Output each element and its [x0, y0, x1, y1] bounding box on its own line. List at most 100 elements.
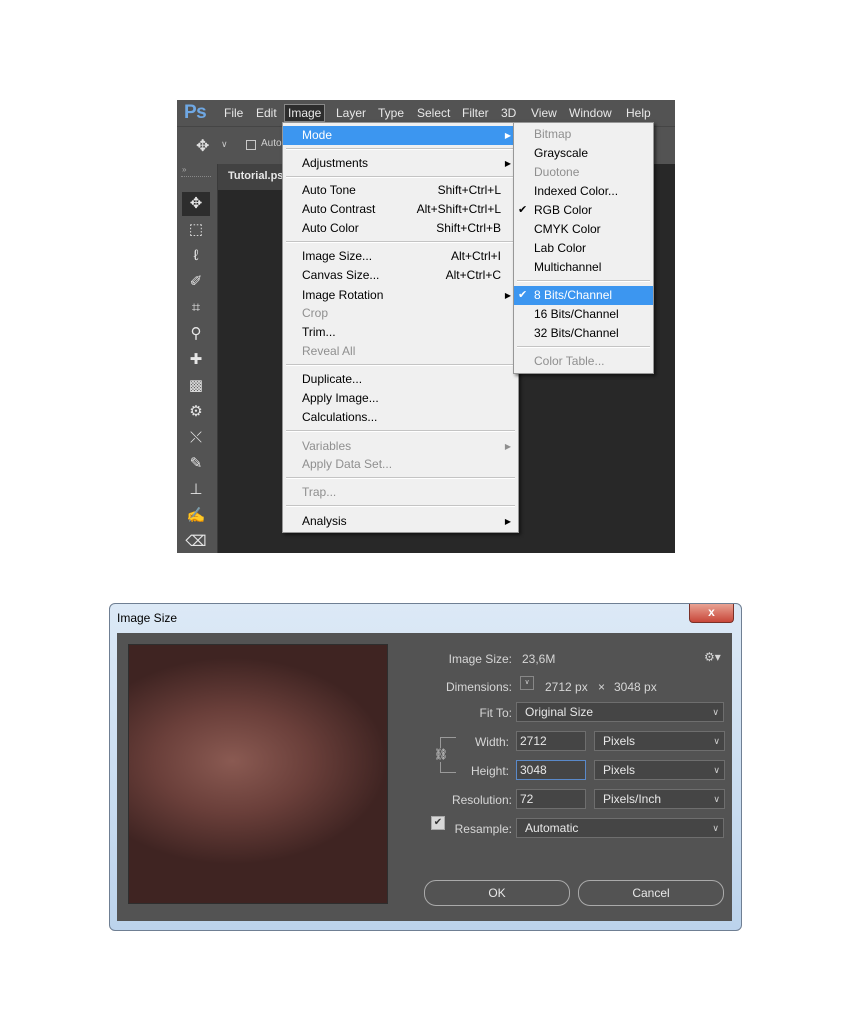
history-brush-tool-icon[interactable]: ✍	[182, 504, 210, 528]
close-button[interactable]: x	[689, 604, 734, 623]
eyedropper-tool-icon[interactable]: ⚲	[182, 322, 210, 346]
menu-item-grayscale[interactable]: Grayscale	[514, 144, 653, 163]
height-unit-select[interactable]: Pixels ∨	[594, 760, 725, 780]
image-size-dialog: Image Size x Image Size: 23,6M ⚙▾ Dimens…	[109, 603, 742, 931]
healing-brush-tool-icon[interactable]: ✚	[182, 348, 210, 372]
chevron-right-icon: ▶	[504, 159, 511, 168]
chevron-down-icon[interactable]: ∨	[520, 676, 534, 690]
menu-item-analysis[interactable]: Analysis ▶	[283, 512, 518, 531]
menu-item-32-bits[interactable]: 32 Bits/Channel	[514, 324, 653, 343]
menu-item-indexed-color[interactable]: Indexed Color...	[514, 182, 653, 201]
menu-filter[interactable]: Filter	[462, 106, 489, 120]
menu-3d[interactable]: 3D	[501, 106, 516, 120]
menu-item-trap: Trap...	[302, 485, 337, 499]
auto-select-label: Auto	[261, 138, 282, 149]
menu-view[interactable]: View	[531, 106, 557, 120]
menu-item-16-bits[interactable]: 16 Bits/Channel	[514, 305, 653, 324]
menu-item-trim[interactable]: Trim...	[283, 323, 518, 342]
chevron-down-icon[interactable]: ∨	[221, 139, 228, 150]
menu-edit[interactable]: Edit	[256, 106, 277, 120]
menu-item-multichannel[interactable]: Multichannel	[514, 258, 653, 277]
height-input[interactable]: 3048	[516, 760, 586, 780]
gear-icon[interactable]: ⚙▾	[704, 650, 721, 664]
eraser-tool-icon[interactable]: ⌫	[182, 530, 210, 553]
toolbox: » ✥ ⬚ ℓ ✐ ⌗ ⚲ ✚ ▩ ⚙ ⤬ ✎ ⊥ ✍ ⌫	[177, 164, 218, 553]
dimensions-label: Dimensions:	[445, 680, 512, 694]
auto-select-checkbox[interactable]	[246, 140, 256, 150]
chevron-right-icon: ▶	[504, 291, 511, 300]
transform-tool-icon[interactable]: ⤬	[182, 426, 210, 450]
width-unit-value: Pixels	[603, 734, 636, 748]
menu-help[interactable]: Help	[626, 106, 651, 120]
menu-separator	[286, 148, 515, 150]
menu-item-lab-color[interactable]: Lab Color	[514, 239, 653, 258]
content-aware-move-icon[interactable]: ⚙	[182, 400, 210, 424]
menu-separator	[286, 176, 515, 178]
resolution-unit-select[interactable]: Pixels/Inch ∨	[594, 789, 725, 809]
menu-item-duotone: Duotone	[534, 165, 580, 179]
image-menu: Mode ▶ Adjustments ▶ Auto Tone Shift+Ctrl+L…	[282, 122, 519, 533]
stamp-tool-icon[interactable]: ⊥	[182, 478, 210, 502]
lasso-tool-icon[interactable]: ℓ	[182, 244, 210, 268]
crop-tool-icon[interactable]: ⌗	[182, 296, 210, 320]
link-icon[interactable]: ⛓	[434, 748, 448, 762]
brush-tool-icon[interactable]: ✎	[182, 452, 210, 476]
mode-submenu: Bitmap Grayscale Duotone Indexed Color..…	[513, 122, 654, 374]
dialog-title: Image Size	[117, 611, 178, 625]
image-preview[interactable]	[128, 644, 388, 904]
move-tool-icon[interactable]: ✥	[182, 192, 210, 216]
marquee-tool-icon[interactable]: ⬚	[182, 218, 210, 242]
dimensions-width: 2712 px	[545, 680, 588, 694]
chevron-right-icon: ▶	[504, 131, 511, 140]
menu-item-image-rotation[interactable]: Image Rotation ▶	[283, 286, 518, 305]
menu-select[interactable]: Select	[417, 106, 450, 120]
menu-item-reveal-all: Reveal All	[302, 344, 356, 358]
menu-separator	[517, 280, 650, 282]
menu-item-calculations[interactable]: Calculations...	[283, 408, 518, 427]
menu-layer[interactable]: Layer	[336, 106, 366, 120]
patch-tool-icon[interactable]: ▩	[182, 374, 210, 398]
resample-value: Automatic	[525, 821, 579, 835]
quick-selection-tool-icon[interactable]: ✐	[182, 270, 210, 294]
photoshop-logo: Ps	[184, 102, 207, 123]
menu-separator	[286, 364, 515, 366]
width-label: Width:	[474, 735, 509, 749]
menu-image[interactable]: Image	[284, 104, 326, 122]
resolution-unit-value: Pixels/Inch	[603, 792, 662, 806]
menu-window[interactable]: Window	[569, 106, 612, 120]
menu-item-rgb-color[interactable]: ✔ RGB Color	[514, 201, 653, 220]
dimensions-times: ×	[598, 680, 606, 694]
fit-to-select[interactable]: Original Size ∨	[516, 702, 724, 722]
menu-item-duplicate[interactable]: Duplicate...	[283, 370, 518, 389]
resolution-input[interactable]: 72	[516, 789, 586, 809]
menu-item-auto-color[interactable]: Auto Color Shift+Ctrl+B	[283, 219, 518, 238]
menu-item-image-size[interactable]: Image Size... Alt+Ctrl+I	[283, 247, 518, 266]
resample-select[interactable]: Automatic ∨	[516, 818, 724, 838]
expand-panel-icon[interactable]: »	[182, 165, 186, 174]
move-tool-icon[interactable]: ✥	[196, 136, 209, 156]
menu-item-crop: Crop	[302, 306, 329, 320]
resample-label: Resample:	[454, 822, 512, 836]
width-unit-select[interactable]: Pixels ∨	[594, 731, 725, 751]
menu-item-apply-image[interactable]: Apply Image...	[283, 389, 518, 408]
menu-type[interactable]: Type	[378, 106, 404, 120]
checkmark-icon: ✔	[518, 204, 528, 216]
ok-button[interactable]: OK	[424, 880, 570, 906]
width-input[interactable]: 2712	[516, 731, 586, 751]
menu-item-mode[interactable]: Mode ▶	[283, 126, 518, 145]
menu-item-canvas-size[interactable]: Canvas Size... Alt+Ctrl+C	[283, 266, 518, 285]
menu-item-auto-tone[interactable]: Auto Tone Shift+Ctrl+L	[283, 181, 518, 200]
menu-item-8-bits[interactable]: ✔ 8 Bits/Channel	[514, 286, 653, 305]
cancel-button[interactable]: Cancel	[578, 880, 724, 906]
close-icon: x	[708, 605, 715, 619]
menu-item-auto-contrast[interactable]: Auto Contrast Alt+Shift+Ctrl+L	[283, 200, 518, 219]
document-tab-label: Tutorial.ps	[228, 170, 284, 182]
menu-file[interactable]: File	[224, 106, 243, 120]
menu-item-adjustments[interactable]: Adjustments ▶	[283, 154, 518, 173]
menu-item-cmyk-color[interactable]: CMYK Color	[514, 220, 653, 239]
chevron-right-icon: ▶	[504, 442, 511, 451]
toolbox-grip[interactable]	[181, 176, 211, 179]
fit-to-value: Original Size	[525, 705, 594, 719]
chevron-down-icon: ∨	[713, 794, 720, 804]
menu-separator	[286, 505, 515, 507]
